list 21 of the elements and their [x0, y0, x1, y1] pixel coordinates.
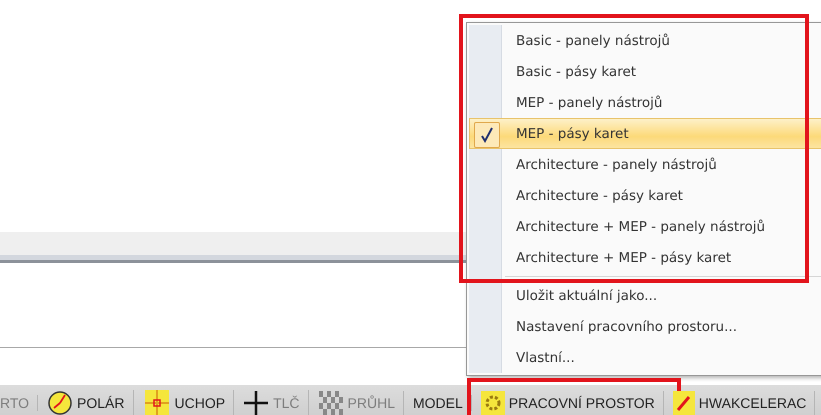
menu-item[interactable]: Vlastní... — [469, 342, 821, 373]
menu-item[interactable]: Uložit aktuální jako... — [469, 280, 821, 311]
status-toggle[interactable]: POLÁR — [47, 390, 134, 415]
status-toggle[interactable]: HWAKCELERAC — [672, 391, 816, 415]
checkerboard-icon — [318, 391, 344, 415]
menu-item[interactable]: Architecture - panely nástrojů — [469, 149, 821, 180]
menu-item[interactable]: Architecture + MEP - pásy karet — [469, 242, 821, 273]
polar-circle-icon — [47, 390, 74, 415]
status-toggle[interactable]: PRACOVNÍ PROSTOR — [480, 391, 664, 415]
menu-item[interactable]: Nastavení pracovního prostoru... — [469, 311, 821, 342]
check-icon — [474, 122, 500, 148]
menu-item[interactable]: Architecture + MEP - panely nástrojů — [469, 211, 821, 242]
menu-item[interactable]: Architecture - pásy karet — [469, 180, 821, 211]
status-toggle[interactable]: UCHOP — [142, 390, 234, 415]
menu-item[interactable]: Basic - panely nástrojů — [469, 25, 821, 56]
cross-icon — [243, 390, 270, 415]
crosshair-icon — [142, 390, 171, 415]
menu-item[interactable]: MEP - panely nástrojů — [469, 87, 821, 118]
menu-item[interactable]: MEP - pásy karet — [469, 118, 821, 149]
status-toggle[interactable]: MODEL — [413, 395, 472, 411]
menu-item[interactable]: Basic - pásy karet — [469, 56, 821, 87]
